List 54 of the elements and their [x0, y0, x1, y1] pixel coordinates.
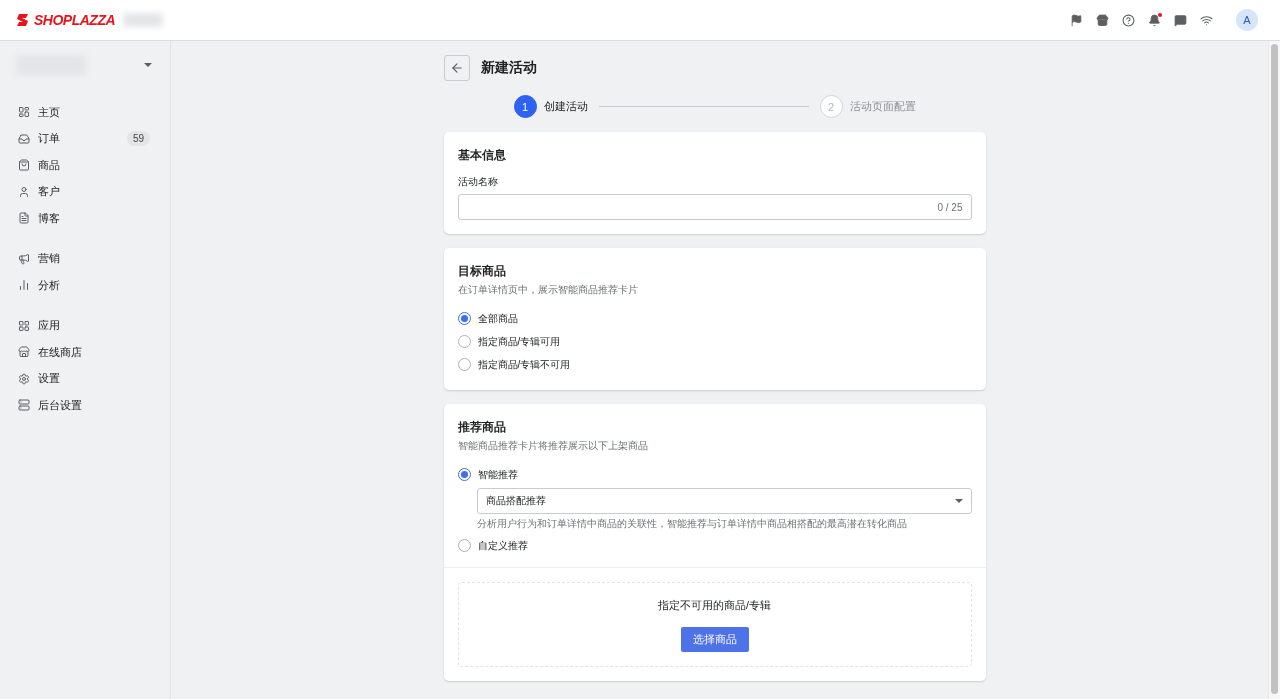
notification-icon[interactable] [1148, 13, 1161, 27]
picker-title: 指定不可用的商品/专辑 [658, 599, 771, 613]
sidebar-item[interactable]: 博客 [0, 205, 170, 232]
chat-icon[interactable] [1174, 13, 1187, 27]
card-description: 智能商品推荐卡片将推荐展示以下上架商品 [457, 439, 649, 453]
step: 2 活动页面配置 [819, 95, 916, 118]
wifi-icon[interactable] [1200, 13, 1213, 27]
shopping-bag-icon [18, 159, 30, 172]
user-icon [18, 185, 30, 198]
store-icon [18, 346, 30, 359]
select-products-button[interactable]: 选择商品 [680, 627, 749, 652]
sidebar-item[interactable]: 分析 [0, 272, 170, 299]
page-title: 新建活动 [480, 59, 537, 77]
bar-chart-icon [18, 279, 30, 292]
count-badge: 59 [126, 131, 150, 147]
radio-option[interactable]: 指定商品/专辑可用 [457, 330, 972, 353]
sidebar-item[interactable]: 设置 [0, 365, 170, 392]
brand-logo: SHOPLAZZA [34, 12, 116, 28]
inbox-icon [18, 132, 30, 145]
radio-option[interactable]: 智能推荐 [457, 463, 972, 486]
sidebar-item[interactable]: 应用 [0, 312, 170, 339]
card-title: 推荐商品 [457, 420, 507, 435]
settings-icon [18, 372, 30, 385]
radio-option[interactable]: 指定商品/专辑不可用 [457, 353, 972, 376]
input-field[interactable]: 0 / 25 [457, 194, 972, 220]
document-icon [18, 212, 30, 225]
sidebar-item[interactable]: 在线商店 [0, 339, 170, 366]
logo-icon [16, 13, 30, 27]
dashboard-icon [18, 106, 30, 119]
sidebar-item[interactable]: 客户 [0, 178, 170, 205]
card-title: 基本信息 [457, 148, 507, 163]
flag-icon[interactable] [1070, 13, 1083, 27]
dropdown-select[interactable]: 商品搭配推荐 [476, 488, 972, 514]
sidebar-item[interactable]: 主页 [0, 99, 170, 126]
step: 1 创建活动 [513, 95, 588, 118]
radio-option[interactable]: 自定义推荐 [457, 534, 972, 557]
card-title: 目标商品 [457, 264, 507, 279]
sidebar-item[interactable]: 后台设置 [0, 392, 170, 419]
radio-option[interactable]: 全部商品 [457, 307, 972, 330]
hint-text: 分析用户行为和订单详情中商品的关联性，智能推荐与订单详情中商品相搭配的最高潜在转化商品 [476, 518, 908, 531]
card-description: 在订单详情页中，展示智能商品推荐卡片 [457, 283, 639, 297]
blurred-store-name [123, 13, 164, 27]
grid-icon [18, 319, 30, 332]
character-counter: 0 / 25 [937, 201, 963, 213]
sidebar-item[interactable]: 营销 [0, 245, 170, 272]
field-label: 活动名称 [457, 175, 499, 189]
caret-icon[interactable] [144, 63, 152, 67]
user-avatar[interactable]: A [1236, 9, 1258, 31]
store-icon[interactable] [1096, 13, 1109, 27]
server-icon [18, 399, 30, 412]
megaphone-icon [18, 252, 30, 265]
help-icon[interactable] [1122, 13, 1135, 27]
sidebar-item[interactable]: 订单 59 [0, 125, 170, 152]
sidebar-item[interactable]: 商品 [0, 152, 170, 179]
